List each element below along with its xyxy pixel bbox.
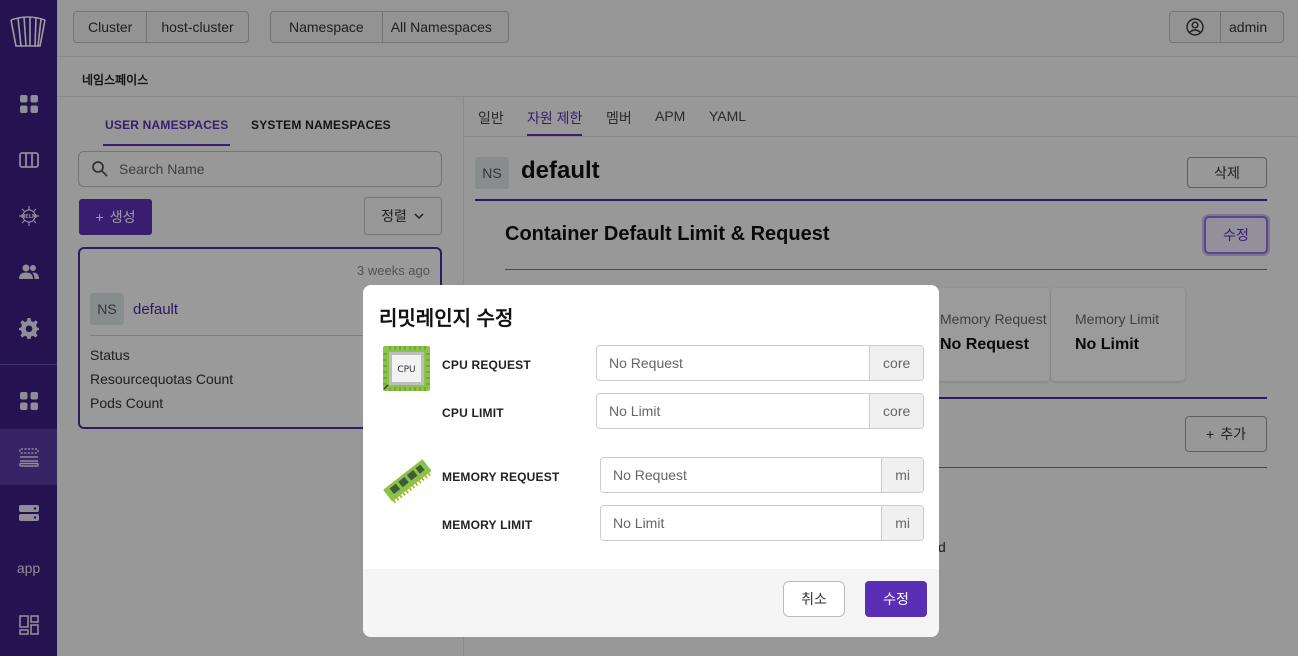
memory-limit-field: mi: [600, 505, 924, 541]
memory-ram-icon: [383, 459, 432, 504]
cancel-button[interactable]: 취소: [783, 581, 845, 617]
cpu-limit-unit: core: [869, 394, 923, 428]
memory-request-field: mi: [600, 457, 924, 493]
cpu-request-field: core: [596, 345, 924, 381]
memory-request-input[interactable]: [601, 458, 882, 492]
memory-request-unit: mi: [881, 458, 923, 492]
cpu-request-input[interactable]: [597, 346, 870, 380]
dialog-footer: 취소 수정: [363, 569, 939, 637]
cpu-limit-label: CPU LIMIT: [442, 406, 504, 420]
cpu-request-unit: core: [869, 346, 923, 380]
dialog-title: 리밋레인지 수정: [379, 308, 514, 330]
cpu-chip-icon: CPU: [383, 346, 430, 391]
limitrange-edit-dialog: 리밋레인지 수정 CPU CPU REQUEST core CPU LIMIT …: [363, 285, 939, 637]
memory-limit-label: MEMORY LIMIT: [442, 518, 533, 532]
cpu-limit-field: core: [596, 393, 924, 429]
submit-button[interactable]: 수정: [865, 581, 927, 617]
cpu-request-label: CPU REQUEST: [442, 358, 531, 372]
cpu-limit-input[interactable]: [597, 394, 870, 428]
memory-request-label: MEMORY REQUEST: [442, 470, 560, 484]
memory-limit-input[interactable]: [601, 506, 882, 540]
cpu-chip-label: CPU: [397, 365, 415, 375]
memory-limit-unit: mi: [881, 506, 923, 540]
